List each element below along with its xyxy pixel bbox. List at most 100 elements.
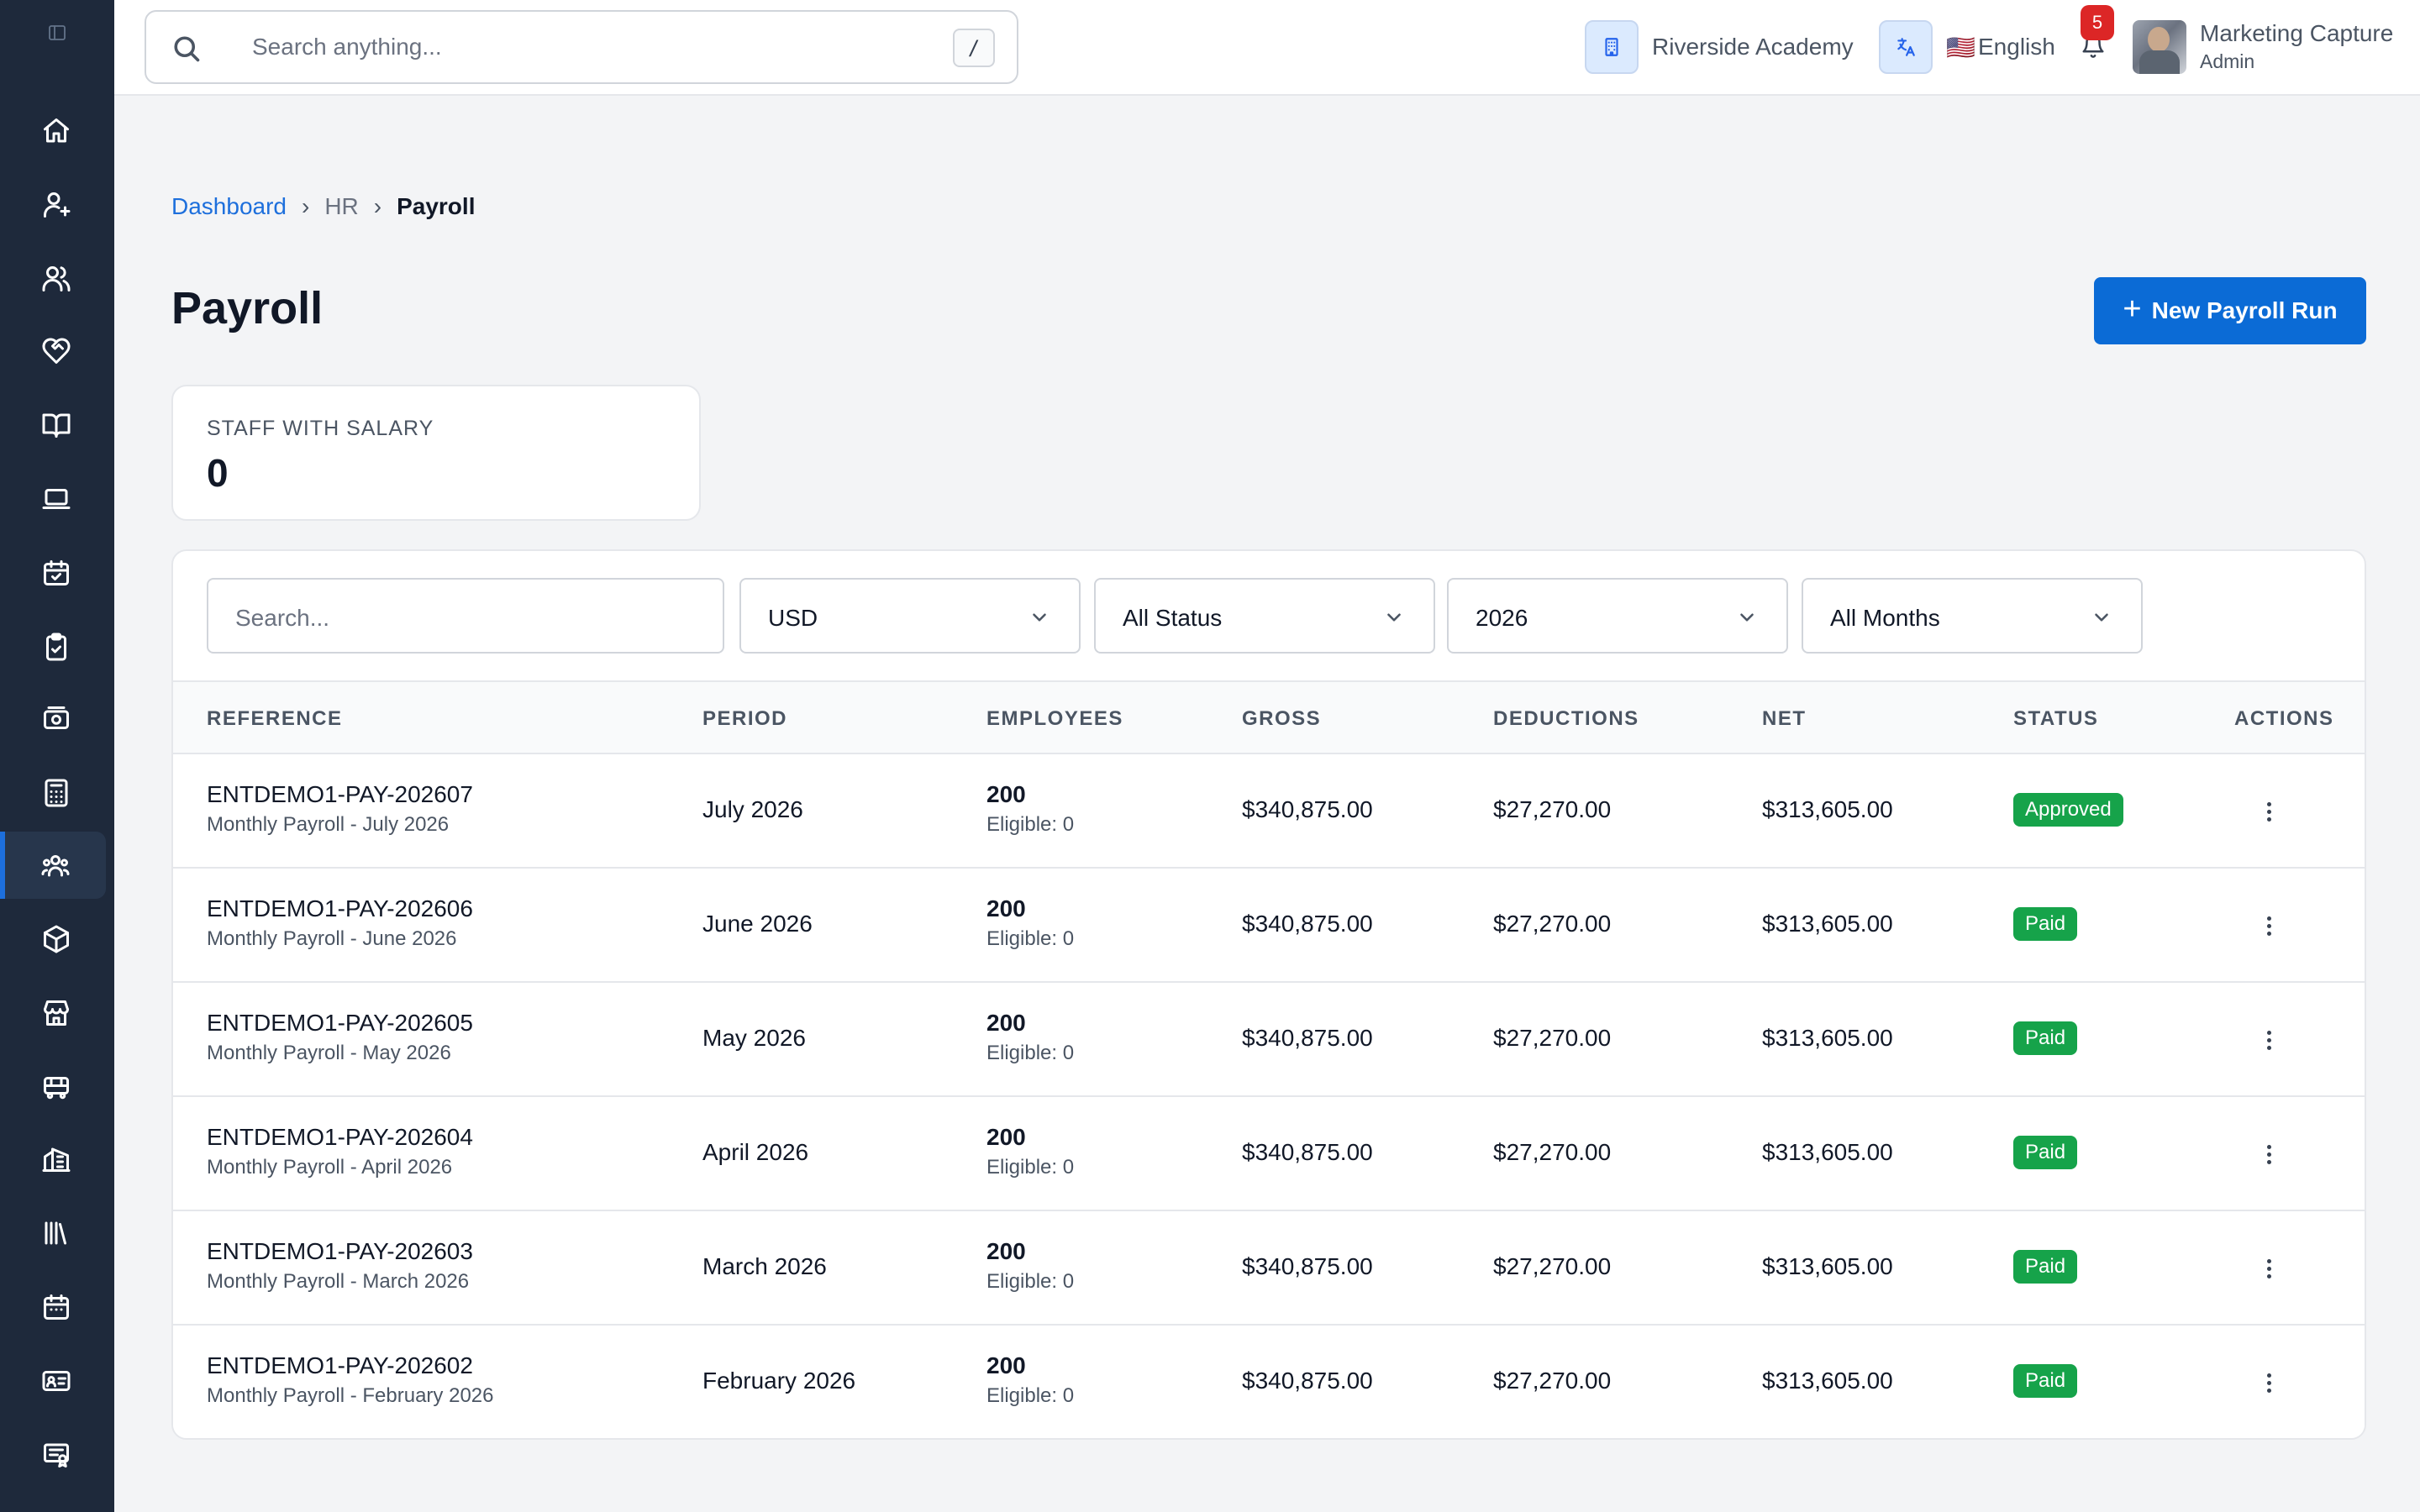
sidebar-item-students[interactable] (7, 245, 106, 312)
sidebar-item-admissions[interactable] (7, 171, 106, 239)
more-actions-icon[interactable] (2257, 1028, 2281, 1052)
sidebar-item-hostel[interactable] (7, 1126, 106, 1193)
banknote-icon (44, 706, 69, 729)
year-value: 2026 (1476, 605, 1528, 631)
column-header-employees[interactable]: EMPLOYEES (986, 707, 1123, 731)
more-actions-icon[interactable] (2257, 800, 2281, 823)
user-name[interactable]: Marketing Capture (2200, 20, 2393, 47)
more-actions-icon[interactable] (2257, 914, 2281, 937)
sidebar-item-library[interactable] (7, 1200, 106, 1267)
sidebar-item-inventory[interactable] (7, 906, 106, 973)
column-header-actions: ACTIONS (2234, 707, 2334, 730)
sidebar (0, 0, 114, 1512)
sidebar-item-attendance[interactable] (7, 539, 106, 606)
sidebar-item-calendar[interactable] (7, 1273, 106, 1341)
sidebar-item-hr[interactable] (0, 832, 106, 899)
sidebar-item-exams[interactable] (7, 613, 106, 680)
row-reference[interactable]: ENTDEMO1-PAY-202604 (207, 1124, 473, 1151)
row-period: April 2026 (702, 1139, 809, 1165)
row-reference[interactable]: ENTDEMO1-PAY-202605 (207, 1010, 473, 1037)
row-deductions: $27,270.00 (1493, 1139, 1612, 1165)
table-row[interactable]: ENTDEMO1-PAY-202603 Monthly Payroll - Ma… (173, 1211, 2365, 1326)
row-gross: $340,875.00 (1242, 1253, 1373, 1279)
column-header-period[interactable]: PERIOD (702, 707, 787, 731)
notifications-count-badge[interactable]: 5 (2081, 5, 2114, 40)
row-deductions: $27,270.00 (1493, 911, 1612, 937)
status-select[interactable]: All Status (1094, 578, 1435, 654)
row-reference[interactable]: ENTDEMO1-PAY-202603 (207, 1238, 473, 1265)
sidebar-item-finance[interactable] (7, 685, 106, 753)
sidebar-item-home[interactable] (7, 97, 106, 165)
status-badge: Paid (2013, 1136, 2078, 1169)
row-net: $313,605.00 (1762, 911, 1893, 937)
new-payroll-run-label: New Payroll Run (2151, 297, 2338, 323)
table-row[interactable]: ENTDEMO1-PAY-202606 Monthly Payroll - Ju… (173, 869, 2365, 983)
breadcrumb-dashboard-link[interactable]: Dashboard (171, 193, 287, 220)
user-plus-icon (44, 192, 71, 218)
breadcrumb: Dashboard › HR › Payroll (171, 193, 475, 220)
sidebar-item-academics[interactable] (7, 391, 106, 459)
sidebar-item-store[interactable] (7, 979, 106, 1047)
users-icon (42, 266, 71, 291)
more-actions-icon[interactable] (2257, 1371, 2281, 1394)
new-payroll-run-button[interactable]: + New Payroll Run (2094, 277, 2366, 344)
row-period: June 2026 (702, 911, 813, 937)
row-reference[interactable]: ENTDEMO1-PAY-202606 (207, 895, 473, 922)
global-search-input[interactable]: Search anything... / (145, 10, 1018, 84)
table-row[interactable]: ENTDEMO1-PAY-202602 Monthly Payroll - Fe… (173, 1326, 2365, 1438)
row-description: Monthly Payroll - July 2026 (207, 813, 450, 836)
row-gross: $340,875.00 (1242, 1368, 1373, 1394)
table-row[interactable]: ENTDEMO1-PAY-202607 Monthly Payroll - Ju… (173, 754, 2365, 869)
breadcrumb-separator: › (373, 193, 382, 219)
column-header-net[interactable]: NET (1762, 707, 1807, 731)
school-name[interactable]: Riverside Academy (1652, 34, 1854, 60)
stat-label: STAFF WITH SALARY (207, 417, 434, 440)
language-label[interactable]: English (1978, 34, 2055, 60)
row-eligible: Eligible: 0 (986, 1042, 1075, 1064)
filters-bar: Search... USD All Status 2026 All Months (173, 551, 2365, 682)
row-deductions: $27,270.00 (1493, 796, 1612, 822)
chevron-down-icon (1383, 606, 1405, 628)
status-badge: Paid (2013, 1364, 2078, 1398)
sidebar-item-transport[interactable] (7, 1053, 106, 1121)
school-selector-icon[interactable] (1585, 20, 1639, 74)
currency-select[interactable]: USD (739, 578, 1081, 654)
table-search-placeholder: Search... (235, 605, 330, 631)
table-search-input[interactable]: Search... (207, 578, 724, 654)
row-reference[interactable]: ENTDEMO1-PAY-202602 (207, 1352, 473, 1379)
language-selector-icon[interactable] (1879, 20, 1933, 74)
column-header-deductions[interactable]: DEDUCTIONS (1493, 707, 1639, 731)
more-actions-icon[interactable] (2257, 1257, 2281, 1280)
certificate-icon (44, 1443, 69, 1467)
translate-icon (1897, 38, 1915, 56)
row-description: Monthly Payroll - June 2026 (207, 927, 457, 950)
building-icon (42, 1147, 71, 1172)
row-reference[interactable]: ENTDEMO1-PAY-202607 (207, 781, 473, 808)
sidebar-item-id-cards[interactable] (7, 1347, 106, 1415)
row-description: Monthly Payroll - April 2026 (207, 1156, 453, 1179)
table-row[interactable]: ENTDEMO1-PAY-202605 Monthly Payroll - Ma… (173, 983, 2365, 1097)
row-eligible: Eligible: 0 (986, 1384, 1075, 1407)
status-value: All Status (1123, 605, 1223, 631)
more-actions-icon[interactable] (2257, 1142, 2281, 1166)
column-header-reference[interactable]: REFERENCE (207, 707, 343, 731)
topbar: Search anything... / Riverside Academy 🇺… (114, 0, 2420, 96)
column-header-status[interactable]: STATUS (2013, 707, 2098, 731)
column-header-gross[interactable]: GROSS (1242, 707, 1321, 731)
sidebar-item-accounting[interactable] (7, 759, 106, 827)
status-badge: Paid (2013, 1250, 2078, 1284)
sidebar-item-online[interactable] (7, 465, 106, 533)
sidebar-item-certificates[interactable] (7, 1421, 106, 1488)
search-shortcut-key: / (953, 29, 995, 67)
sidebar-toggle-icon[interactable] (48, 24, 66, 42)
year-select[interactable]: 2026 (1447, 578, 1788, 654)
month-select[interactable]: All Months (1802, 578, 2143, 654)
calculator-icon (45, 779, 68, 807)
user-avatar[interactable] (2133, 20, 2186, 74)
id-card-icon (42, 1371, 71, 1391)
row-employees: 200 (986, 781, 1026, 807)
row-deductions: $27,270.00 (1493, 1368, 1612, 1394)
row-description: Monthly Payroll - May 2026 (207, 1042, 451, 1064)
table-row[interactable]: ENTDEMO1-PAY-202604 Monthly Payroll - Ap… (173, 1097, 2365, 1211)
sidebar-item-care[interactable] (7, 318, 106, 385)
